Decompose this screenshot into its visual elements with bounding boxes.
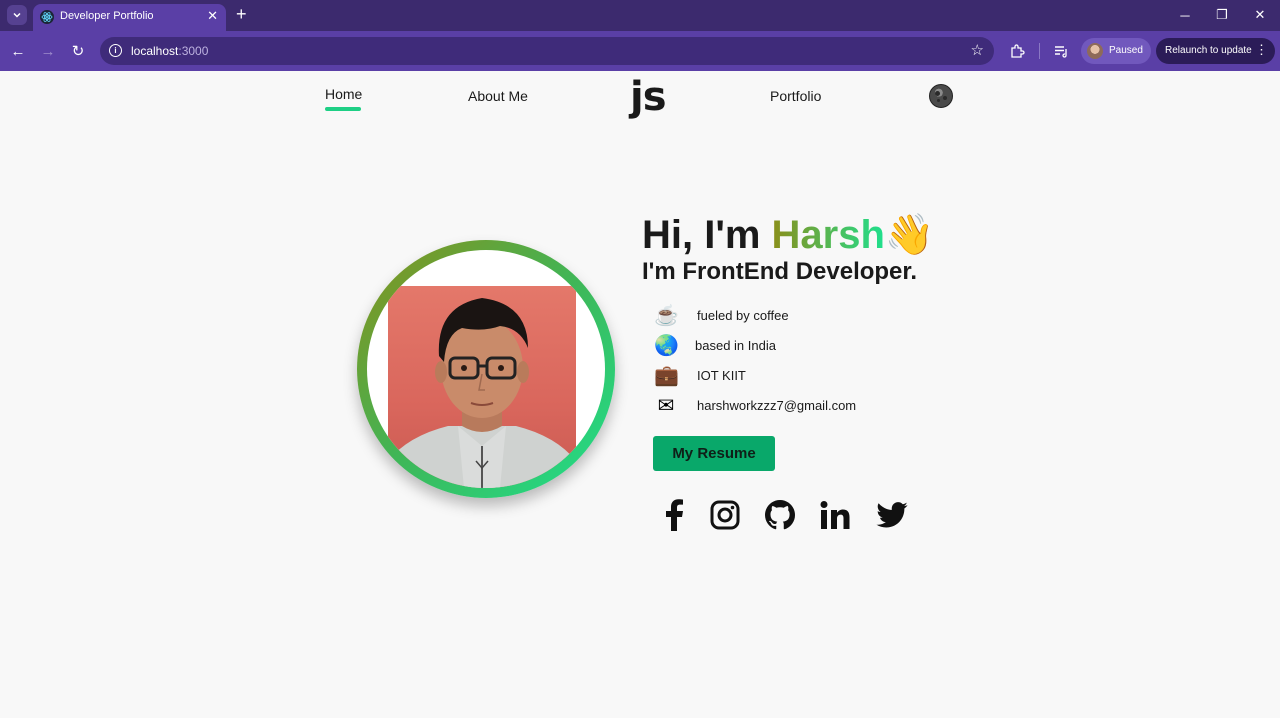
moon-icon[interactable] <box>929 84 953 108</box>
active-nav-underline <box>325 107 361 111</box>
email-icon: ✉ <box>657 395 675 417</box>
bookmark-star-icon[interactable]: ☆ <box>971 41 984 59</box>
browser-toolbar: ← → ↻ i localhost:3000 ☆ Paused Relaunch… <box>0 31 1280 71</box>
info-text: based in India <box>695 338 776 353</box>
site-info-icon[interactable]: i <box>109 44 122 57</box>
forward-icon[interactable]: → <box>38 41 58 61</box>
tab-title: Developer Portfolio <box>60 10 154 22</box>
nav-about-me[interactable]: About Me <box>468 88 528 104</box>
info-text: IOT KIIT <box>697 368 746 383</box>
tab-search-button[interactable] <box>7 5 27 25</box>
browser-tab-bar: Developer Portfolio ✕ + ─ ❐ ✕ <box>0 0 1280 31</box>
info-row-location: 🌏 based in India <box>654 334 954 358</box>
profile-button[interactable]: Paused <box>1081 38 1151 64</box>
info-row-work: 💼 IOT KIIT <box>654 364 954 388</box>
profile-status: Paused <box>1109 45 1143 56</box>
twitter-icon[interactable] <box>873 497 911 533</box>
react-icon <box>40 10 54 24</box>
briefcase-icon: 💼 <box>654 365 679 387</box>
instagram-icon[interactable] <box>706 497 744 533</box>
extensions-icon[interactable] <box>1007 41 1027 61</box>
coffee-icon: ☕ <box>654 305 679 327</box>
hero-subtitle: I'm FrontEnd Developer. <box>642 258 918 285</box>
minimize-icon[interactable]: ─ <box>1175 5 1195 25</box>
browser-tab[interactable]: Developer Portfolio ✕ <box>33 4 226 31</box>
nav-home[interactable]: Home <box>325 86 362 102</box>
new-tab-button[interactable]: + <box>236 5 247 23</box>
profile-photo <box>388 286 576 488</box>
info-row-coffee: ☕ fueled by coffee <box>654 304 954 328</box>
profile-photo-frame <box>357 240 615 498</box>
relaunch-button[interactable]: Relaunch to update ⋮ <box>1156 38 1275 64</box>
more-options-icon[interactable]: ⋮ <box>1255 42 1268 58</box>
restore-icon[interactable]: ❐ <box>1212 5 1232 25</box>
url-text: localhost:3000 <box>131 44 209 58</box>
media-queue-icon[interactable] <box>1051 41 1071 61</box>
hero-greeting: Hi, I'm Harsh👋 <box>642 213 935 257</box>
facebook-icon[interactable] <box>655 497 693 533</box>
relaunch-label: Relaunch to update <box>1165 45 1252 56</box>
resume-button[interactable]: My Resume <box>653 436 775 471</box>
globe-icon: 🌏 <box>654 335 679 357</box>
close-tab-icon[interactable]: ✕ <box>207 8 218 24</box>
chevron-down-icon <box>13 12 21 18</box>
email-link[interactable]: harshworkzzz7@gmail.com <box>697 398 856 413</box>
nav-portfolio[interactable]: Portfolio <box>770 88 821 104</box>
reload-icon[interactable]: ↻ <box>68 41 88 61</box>
site-logo[interactable]: js <box>630 74 667 120</box>
linkedin-icon[interactable] <box>816 497 854 533</box>
info-row-email: ✉ harshworkzzz7@gmail.com <box>654 394 954 418</box>
profile-photo-background <box>367 250 605 488</box>
wave-icon: 👋 <box>884 213 935 257</box>
hero-name: Harsh <box>771 213 885 257</box>
info-text: fueled by coffee <box>697 308 789 323</box>
back-icon[interactable]: ← <box>8 41 28 61</box>
toolbar-divider <box>1039 43 1040 59</box>
address-bar[interactable]: i localhost:3000 ☆ <box>100 37 994 65</box>
close-window-icon[interactable]: ✕ <box>1250 5 1270 25</box>
github-icon[interactable] <box>761 497 799 533</box>
avatar <box>1087 43 1103 59</box>
